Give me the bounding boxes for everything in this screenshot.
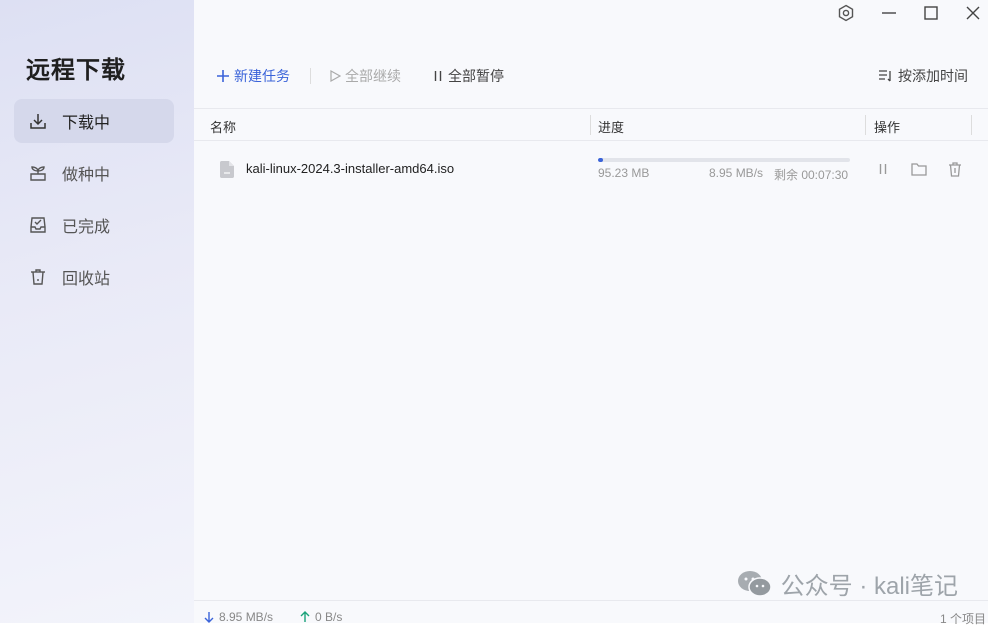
trash-icon: [949, 161, 961, 177]
open-folder-button[interactable]: [910, 160, 928, 178]
status-upload-speed: 0 B/s: [315, 610, 343, 624]
close-icon: [966, 6, 980, 20]
column-divider[interactable]: [865, 115, 866, 135]
file-icon: [220, 161, 234, 178]
sort-button[interactable]: 按添加时间: [878, 66, 968, 86]
watermark-text: 公众号 · kali笔记: [780, 573, 958, 600]
sort-icon: [878, 69, 892, 83]
sidebar-item-label: 已完成: [62, 219, 111, 236]
status-download-speed: 8.95 MB/s: [219, 610, 274, 624]
status-item-count: 1 个项目: [940, 610, 986, 627]
sidebar-item-downloading[interactable]: 下载中: [14, 99, 174, 143]
progress-fill: [598, 158, 604, 162]
gear-icon: [838, 4, 854, 22]
table-header: 名称 进度 操作: [194, 108, 988, 141]
pause-all-label: 全部暂停: [448, 68, 504, 84]
status-download: 8.95 MB/s: [204, 610, 273, 624]
download-tray-icon: [28, 111, 48, 131]
plus-icon: [216, 69, 230, 83]
table-row[interactable]: kali-linux-2024.3-installer-amd64.iso 95…: [194, 144, 988, 194]
close-button[interactable]: [961, 2, 985, 24]
sidebar-item-label: 做种中: [62, 167, 111, 184]
resume-all-button[interactable]: 全部继续: [329, 66, 401, 86]
pause-icon: [879, 164, 887, 174]
app-title: 远程下载: [26, 57, 126, 84]
arrow-down-icon: [204, 611, 214, 623]
minimize-button[interactable]: [877, 2, 901, 24]
progress-bar: [598, 158, 850, 162]
pause-task-button[interactable]: [874, 160, 892, 178]
sidebar-item-seeding[interactable]: 做种中: [14, 151, 174, 195]
watermark: 公众号 · kali笔记: [737, 566, 958, 601]
settings-button[interactable]: [834, 2, 858, 24]
download-speed: 8.95 MB/s: [709, 166, 764, 180]
pause-icon: [432, 70, 444, 82]
column-header-name[interactable]: 名称: [210, 117, 236, 136]
sort-label: 按添加时间: [898, 68, 968, 84]
column-divider[interactable]: [590, 115, 591, 135]
inbox-check-icon: [28, 215, 48, 235]
status-bar: 8.95 MB/s 0 B/s 1 个项目: [194, 600, 988, 627]
play-icon: [329, 70, 341, 82]
column-divider[interactable]: [971, 115, 972, 135]
new-task-label: 新建任务: [234, 68, 290, 84]
pause-all-button[interactable]: 全部暂停: [432, 66, 504, 86]
arrow-up-icon: [300, 611, 310, 623]
resume-all-label: 全部继续: [345, 68, 401, 84]
sidebar-item-trash[interactable]: 回收站: [14, 255, 174, 299]
maximize-button[interactable]: [919, 2, 943, 24]
downloaded-size: 95.23 MB: [598, 166, 650, 180]
toolbar-divider: [310, 68, 311, 84]
wechat-icon: [737, 569, 773, 599]
sidebar-item-label: 回收站: [62, 271, 111, 288]
column-header-actions[interactable]: 操作: [874, 117, 900, 136]
maximize-icon: [924, 6, 938, 20]
column-header-progress[interactable]: 进度: [598, 117, 624, 136]
item-count-label: 1 个项目: [939, 612, 986, 626]
new-task-button[interactable]: 新建任务: [216, 66, 290, 86]
time-remaining: 剩余 00:07:30: [774, 168, 849, 182]
sidebar-item-label: 下载中: [62, 115, 111, 132]
trash-icon: [28, 267, 48, 287]
sidebar: 远程下载 下载中 做种中 已完成 回收站: [0, 0, 194, 623]
folder-icon: [911, 163, 927, 176]
minimize-icon: [882, 12, 896, 14]
main-panel: 新建任务 全部继续 全部暂停 按添加时间 名称 进度 操作 kali-linux…: [194, 0, 988, 627]
sidebar-item-completed[interactable]: 已完成: [14, 203, 174, 247]
status-upload: 0 B/s: [300, 610, 342, 624]
file-name: kali-linux-2024.3-installer-amd64.iso: [246, 161, 455, 176]
delete-task-button[interactable]: [946, 160, 964, 178]
sprout-icon: [28, 163, 48, 183]
